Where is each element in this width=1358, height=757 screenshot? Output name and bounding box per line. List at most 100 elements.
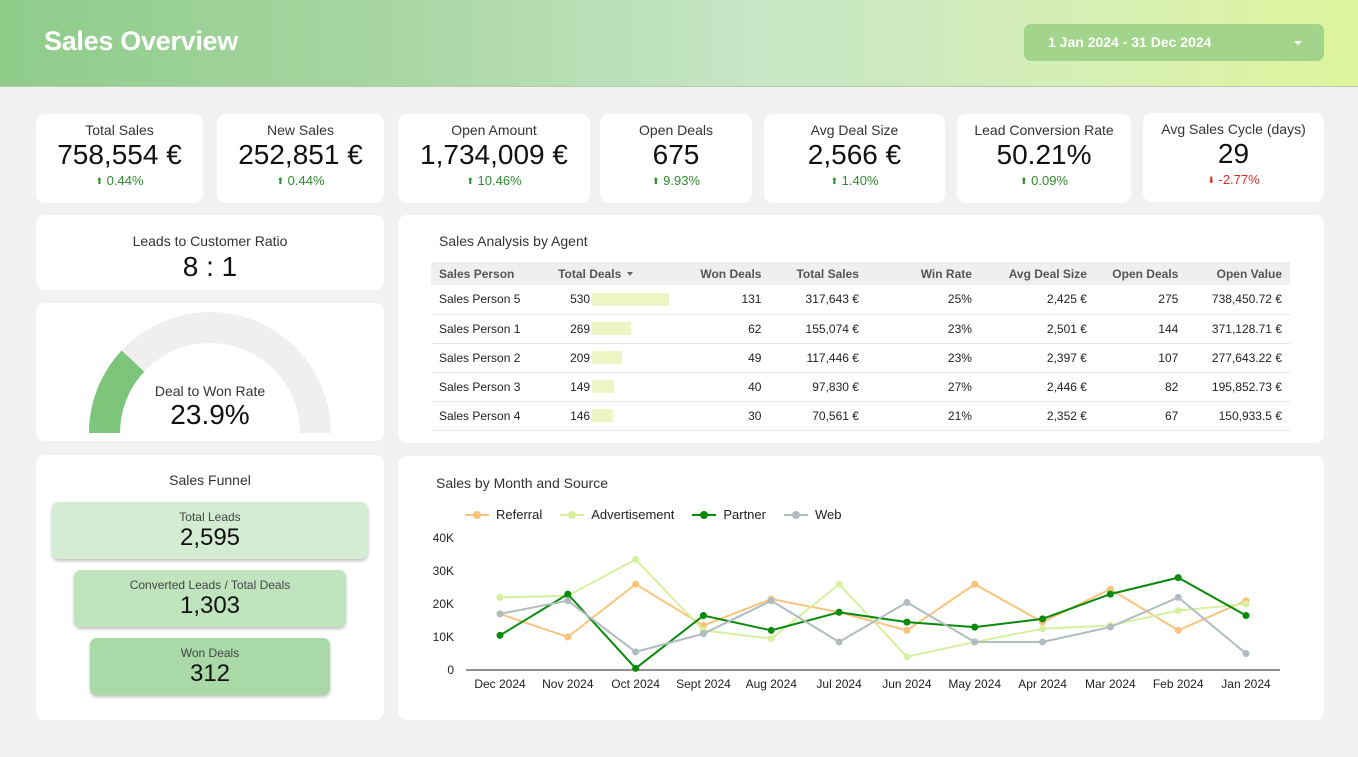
table-row[interactable]: Sales Person 5 530 131 317,643 €25% 2,425 €2… xyxy=(431,285,1290,315)
cell-win-rate: 23% xyxy=(866,314,980,344)
kpi-value: 2,566 € xyxy=(807,139,902,170)
series-point-web xyxy=(1106,623,1114,631)
arrow-up-icon: ⬆ xyxy=(1019,176,1028,186)
arrow-up-icon: ⬆ xyxy=(276,176,285,186)
column-header-open-deals[interactable]: Open Deals xyxy=(1094,262,1187,285)
cell-sales-person: Sales Person 4 xyxy=(431,401,551,431)
series-point-partner xyxy=(1242,612,1250,620)
series-point-advertisement xyxy=(767,635,775,643)
chevron-down-icon[interactable] xyxy=(1294,41,1302,45)
cell-avg-deal-size: 2,397 € xyxy=(979,343,1095,373)
cell-sales-person: Sales Person 2 xyxy=(431,343,551,373)
series-line-web xyxy=(499,596,1247,655)
kpi-card-open-deals: Open Deals 675 ⬆ 9.93% xyxy=(600,114,752,203)
total-deals-value: 209 xyxy=(570,350,591,365)
column-header-open-value[interactable]: Open Value xyxy=(1186,262,1290,285)
kpi-card-lead-conversion-rate: Lead Conversion Rate 50.21% ⬆ 0.09% xyxy=(957,114,1131,203)
cell-win-rate: 23% xyxy=(866,343,980,373)
series-point-advertisement xyxy=(1174,607,1182,615)
cell-total-deals: 530 xyxy=(550,285,678,315)
kpi-label: Lead Conversion Rate xyxy=(974,122,1114,138)
series-point-referral xyxy=(903,626,911,634)
kpi-card-avg-sales-cycle-days: Avg Sales Cycle (days) 29 ⬇ -2.77% xyxy=(1143,113,1324,202)
kpi-label: Avg Sales Cycle (days) xyxy=(1161,121,1306,137)
gauge-card: Deal to Won Rate 23.9% xyxy=(36,303,384,441)
cell-win-rate: 27% xyxy=(866,372,980,402)
gauge-label: Deal to Won Rate xyxy=(154,383,266,399)
total-deals-value: 149 xyxy=(570,379,591,394)
funnel-step-total-leads: Total Leads 2,595 xyxy=(52,502,368,559)
kpi-delta: ⬆ 0.44% xyxy=(217,173,384,188)
funnel-step-label: Converted Leads / Total Deals xyxy=(129,578,291,592)
kpi-card-new-sales: New Sales 252,851 € ⬆ 0.44% xyxy=(217,114,384,203)
kpi-card-total-sales: Total Sales 758,554 € ⬆ 0.44% xyxy=(36,114,203,203)
series-point-partner xyxy=(1174,574,1182,582)
x-tick-label: Oct 2024 xyxy=(611,677,660,691)
date-range-picker[interactable]: 1 Jan 2024 - 31 Dec 2024 xyxy=(1024,24,1324,61)
series-point-partner xyxy=(632,664,640,672)
header-bar: Sales Overview 1 Jan 2024 - 31 Dec 2024 xyxy=(0,0,1358,87)
series-point-web xyxy=(767,597,775,605)
cell-total-sales: 70,561 € xyxy=(769,401,867,431)
funnel-step-label: Total Leads xyxy=(179,510,241,524)
cell-total-deals: 146 xyxy=(550,401,678,431)
series-point-advertisement xyxy=(496,593,504,601)
column-header-total-sales[interactable]: Total Sales xyxy=(769,262,867,285)
x-tick-label: Sept 2024 xyxy=(676,677,731,691)
column-header-win-rate[interactable]: Win Rate xyxy=(866,262,980,285)
agents-table-body: Sales Person 5 530 131 317,643 €25% 2,425 €2… xyxy=(431,285,1290,431)
column-header-sales-person[interactable]: Sales Person xyxy=(431,262,551,285)
cell-open-deals: 275 xyxy=(1094,285,1187,315)
series-line-referral xyxy=(499,582,1247,639)
kpi-delta-value: 0.44% xyxy=(287,173,325,188)
cell-avg-deal-size: 2,352 € xyxy=(979,401,1095,431)
series-point-web xyxy=(971,638,979,646)
y-tick-label: 30K xyxy=(433,564,454,578)
cell-open-deals: 144 xyxy=(1094,314,1187,344)
cell-avg-deal-size: 2,425 € xyxy=(979,285,1095,315)
table-row[interactable]: Sales Person 4 146 30 70,561 €21% 2,352 €67 1… xyxy=(431,401,1290,431)
series-point-partner xyxy=(496,631,504,639)
cell-win-rate: 25% xyxy=(866,285,980,315)
series-point-partner xyxy=(1039,615,1047,623)
column-header-avg-deal-size[interactable]: Avg Deal Size xyxy=(979,262,1095,285)
funnel-card: Sales Funnel Total Leads 2,595 Converted… xyxy=(36,455,384,720)
kpi-delta: ⬆ 0.09% xyxy=(957,173,1131,188)
cell-open-value: 277,643.22 € xyxy=(1186,343,1290,373)
x-tick-label: Aug 2024 xyxy=(746,677,798,691)
agents-title: Sales Analysis by Agent xyxy=(439,233,588,249)
table-row[interactable]: Sales Person 1 269 62 155,074 €23% 2,501 €14… xyxy=(431,314,1290,344)
cell-total-deals: 149 xyxy=(550,372,678,402)
column-header-won-deals[interactable]: Won Deals xyxy=(677,262,770,285)
kpi-delta-value: 10.46% xyxy=(477,173,522,188)
page-title: Sales Overview xyxy=(44,26,238,56)
cell-sales-person: Sales Person 1 xyxy=(431,314,551,344)
total-deals-bar xyxy=(592,292,670,306)
series-point-web xyxy=(1242,650,1250,657)
agents-table: Sales Person Total Deals Won Deals Total… xyxy=(431,262,1290,431)
arrow-down-icon: ⬇ xyxy=(1207,175,1215,185)
cell-open-deals: 82 xyxy=(1094,372,1187,402)
series-point-advertisement xyxy=(903,653,911,661)
cell-won-deals: 40 xyxy=(677,372,770,402)
cell-won-deals: 30 xyxy=(677,401,770,431)
table-row[interactable]: Sales Person 3 149 40 97,830 €27% 2,446 €82 1… xyxy=(431,372,1290,402)
kpi-value: 758,554 € xyxy=(57,139,182,170)
sort-desc-icon[interactable] xyxy=(627,271,634,276)
funnel-step-label: Won Deals xyxy=(180,646,240,660)
y-tick-label: 40K xyxy=(433,531,454,545)
cell-total-deals: 269 xyxy=(550,314,678,344)
ratio-label: Leads to Customer Ratio xyxy=(132,233,288,249)
table-header-row: Sales Person Total Deals Won Deals Total… xyxy=(431,262,1290,285)
kpi-value: 252,851 € xyxy=(238,139,363,170)
total-deals-bar xyxy=(592,409,614,422)
column-header-total-deals[interactable]: Total Deals xyxy=(550,262,678,285)
kpi-value: 29 xyxy=(1217,138,1250,169)
table-row[interactable]: Sales Person 2 209 49 117,446 €23% 2,397 €10… xyxy=(431,343,1290,373)
series-point-partner xyxy=(971,623,979,631)
series-point-advertisement xyxy=(1242,600,1250,608)
kpi-card-open-amount: Open Amount 1,734,009 € ⬆ 10.46% xyxy=(398,114,590,203)
arrow-up-icon: ⬆ xyxy=(830,176,839,186)
cell-win-rate: 21% xyxy=(866,401,980,431)
series-point-web xyxy=(564,597,572,605)
